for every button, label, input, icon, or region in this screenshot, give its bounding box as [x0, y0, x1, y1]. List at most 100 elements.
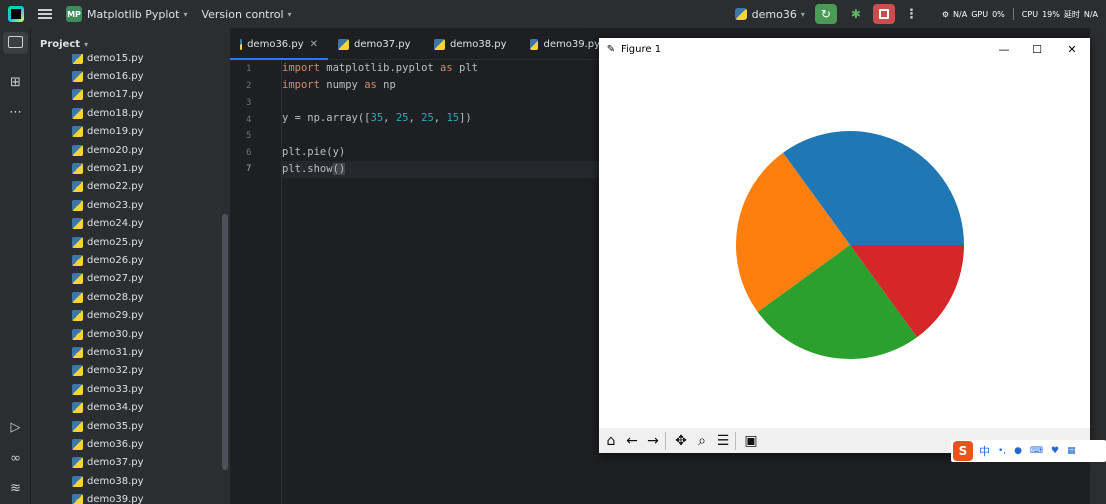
file-item[interactable]: demo16.py: [72, 67, 144, 85]
toolbar-right: demo36 ▾ ↻ ✱ ⋮ ⚙ N/A GPU 0% CPU 19% 延时 N…: [734, 0, 1106, 28]
file-item[interactable]: demo37.py: [72, 454, 144, 472]
hamburger-menu-icon[interactable]: [38, 9, 52, 19]
file-item[interactable]: demo34.py: [72, 399, 144, 417]
project-switcher[interactable]: Matplotlib Pyplot: [87, 8, 179, 21]
file-label: demo23.py: [87, 199, 144, 211]
punctuation-icon[interactable]: •,: [998, 446, 1006, 456]
cpu-value: 19%: [1042, 9, 1060, 19]
configure-subplots-icon[interactable]: ☰: [714, 432, 732, 450]
project-scrollbar[interactable]: [222, 214, 228, 470]
file-item[interactable]: demo25.py: [72, 233, 144, 251]
file-label: demo26.py: [87, 254, 144, 266]
forward-arrow-icon[interactable]: →: [644, 432, 662, 450]
more-tools-icon[interactable]: ⋯: [7, 104, 24, 121]
figure-title-bar[interactable]: ✎ Figure 1 — ☐ ✕: [599, 38, 1090, 60]
file-item[interactable]: demo32.py: [72, 362, 144, 380]
project-panel-title: Project: [40, 38, 81, 50]
file-label: demo34.py: [87, 402, 144, 414]
tab-demo37[interactable]: demo37.py: [328, 28, 424, 60]
stop-button[interactable]: [872, 4, 895, 24]
minimize-button[interactable]: —: [986, 38, 1022, 60]
version-control-menu[interactable]: Version control: [201, 8, 283, 21]
file-item[interactable]: demo20.py: [72, 141, 144, 159]
gpu-label: GPU: [971, 9, 989, 19]
microphone-icon[interactable]: ●: [1014, 446, 1022, 456]
file-item[interactable]: demo28.py: [72, 288, 144, 306]
home-icon[interactable]: ⌂: [602, 432, 620, 450]
code-line-2[interactable]: import numpy as np: [282, 79, 396, 91]
code-line-4[interactable]: y = np.array([35, 25, 25, 15]): [282, 112, 472, 124]
figure-canvas[interactable]: [599, 60, 1090, 428]
project-badge: MP: [66, 6, 82, 22]
file-item[interactable]: demo38.py: [72, 472, 144, 490]
file-item[interactable]: demo39.py: [72, 491, 144, 504]
file-label: demo38.py: [87, 475, 144, 487]
sogou-ime-icon[interactable]: S: [953, 441, 973, 461]
chevron-down-icon[interactable]: ▾: [183, 10, 187, 19]
python-file-icon: [72, 365, 83, 377]
maximize-button[interactable]: ☐: [1019, 38, 1055, 60]
chevron-down-icon[interactable]: ▾: [288, 10, 292, 19]
file-item[interactable]: demo18.py: [72, 104, 144, 122]
code-line-7[interactable]: plt.show(): [282, 163, 346, 175]
more-actions-icon[interactable]: ⋮: [905, 7, 918, 22]
file-item[interactable]: demo17.py: [72, 86, 144, 104]
line-number: 7: [246, 164, 252, 174]
file-label: demo21.py: [87, 162, 144, 174]
python-console-icon[interactable]: ∞: [7, 450, 24, 467]
python-file-icon: [72, 475, 83, 487]
debug-button[interactable]: ✱: [845, 4, 867, 24]
file-item[interactable]: demo36.py: [72, 435, 144, 453]
back-arrow-icon[interactable]: ←: [623, 432, 641, 450]
file-item[interactable]: demo31.py: [72, 343, 144, 361]
file-item[interactable]: demo19.py: [72, 123, 144, 141]
zoom-icon[interactable]: ⌕: [693, 432, 711, 450]
toolbox-icon[interactable]: ▦: [1067, 446, 1076, 456]
file-item[interactable]: demo15.py: [72, 54, 144, 67]
file-item[interactable]: demo35.py: [72, 417, 144, 435]
file-item[interactable]: demo27.py: [72, 270, 144, 288]
rerun-button[interactable]: ↻: [814, 4, 837, 24]
file-item[interactable]: demo21.py: [72, 159, 144, 177]
code-line-6[interactable]: plt.pie(y): [282, 146, 345, 158]
file-item[interactable]: demo29.py: [72, 307, 144, 325]
layers-icon[interactable]: ≋: [7, 480, 24, 497]
file-item[interactable]: demo24.py: [72, 215, 144, 233]
skin-icon[interactable]: ♥: [1051, 446, 1059, 456]
pycharm-logo-icon: [8, 6, 24, 22]
file-item[interactable]: demo23.py: [72, 196, 144, 214]
file-label: demo17.py: [87, 89, 144, 101]
file-label: demo24.py: [87, 218, 144, 230]
tab-demo39[interactable]: demo39.py: [520, 28, 610, 60]
python-file-icon: [72, 328, 83, 340]
run-configuration-selector[interactable]: demo36 ▾: [734, 8, 805, 21]
file-label: demo19.py: [87, 126, 144, 138]
file-item[interactable]: demo30.py: [72, 325, 144, 343]
code-line-1[interactable]: import matplotlib.pyplot as plt: [282, 62, 478, 74]
tab-demo38[interactable]: demo38.py: [424, 28, 520, 60]
system-monitor: ⚙ N/A GPU 0% CPU 19% 延时 N/A: [942, 8, 1098, 20]
toolbar-separator: [735, 431, 736, 450]
matplotlib-icon: ✎: [606, 43, 616, 55]
close-tab-icon[interactable]: ✕: [310, 39, 318, 50]
file-label: demo39.py: [87, 494, 144, 504]
close-window-button[interactable]: ✕: [1054, 38, 1090, 60]
file-item[interactable]: demo22.py: [72, 178, 144, 196]
keyboard-icon[interactable]: ⌨: [1030, 446, 1043, 456]
chinese-mode-toggle[interactable]: 中: [979, 443, 990, 459]
python-file-icon: [72, 383, 83, 395]
python-file-icon: [434, 38, 445, 50]
tab-demo36[interactable]: demo36.py ✕: [230, 28, 328, 60]
line-number: 4: [246, 115, 252, 125]
file-label: demo33.py: [87, 383, 144, 395]
pan-icon[interactable]: ✥: [672, 432, 690, 450]
python-file-icon: [72, 438, 83, 450]
project-folder-icon[interactable]: [8, 36, 23, 48]
file-item[interactable]: demo26.py: [72, 251, 144, 269]
save-icon[interactable]: ▣: [742, 432, 760, 450]
file-item[interactable]: demo33.py: [72, 380, 144, 398]
structure-icon[interactable]: ⊞: [7, 74, 24, 91]
npu-icon: ⚙: [941, 9, 950, 19]
run-tool-icon[interactable]: ▷: [7, 419, 24, 436]
file-label: demo15.py: [87, 54, 144, 64]
